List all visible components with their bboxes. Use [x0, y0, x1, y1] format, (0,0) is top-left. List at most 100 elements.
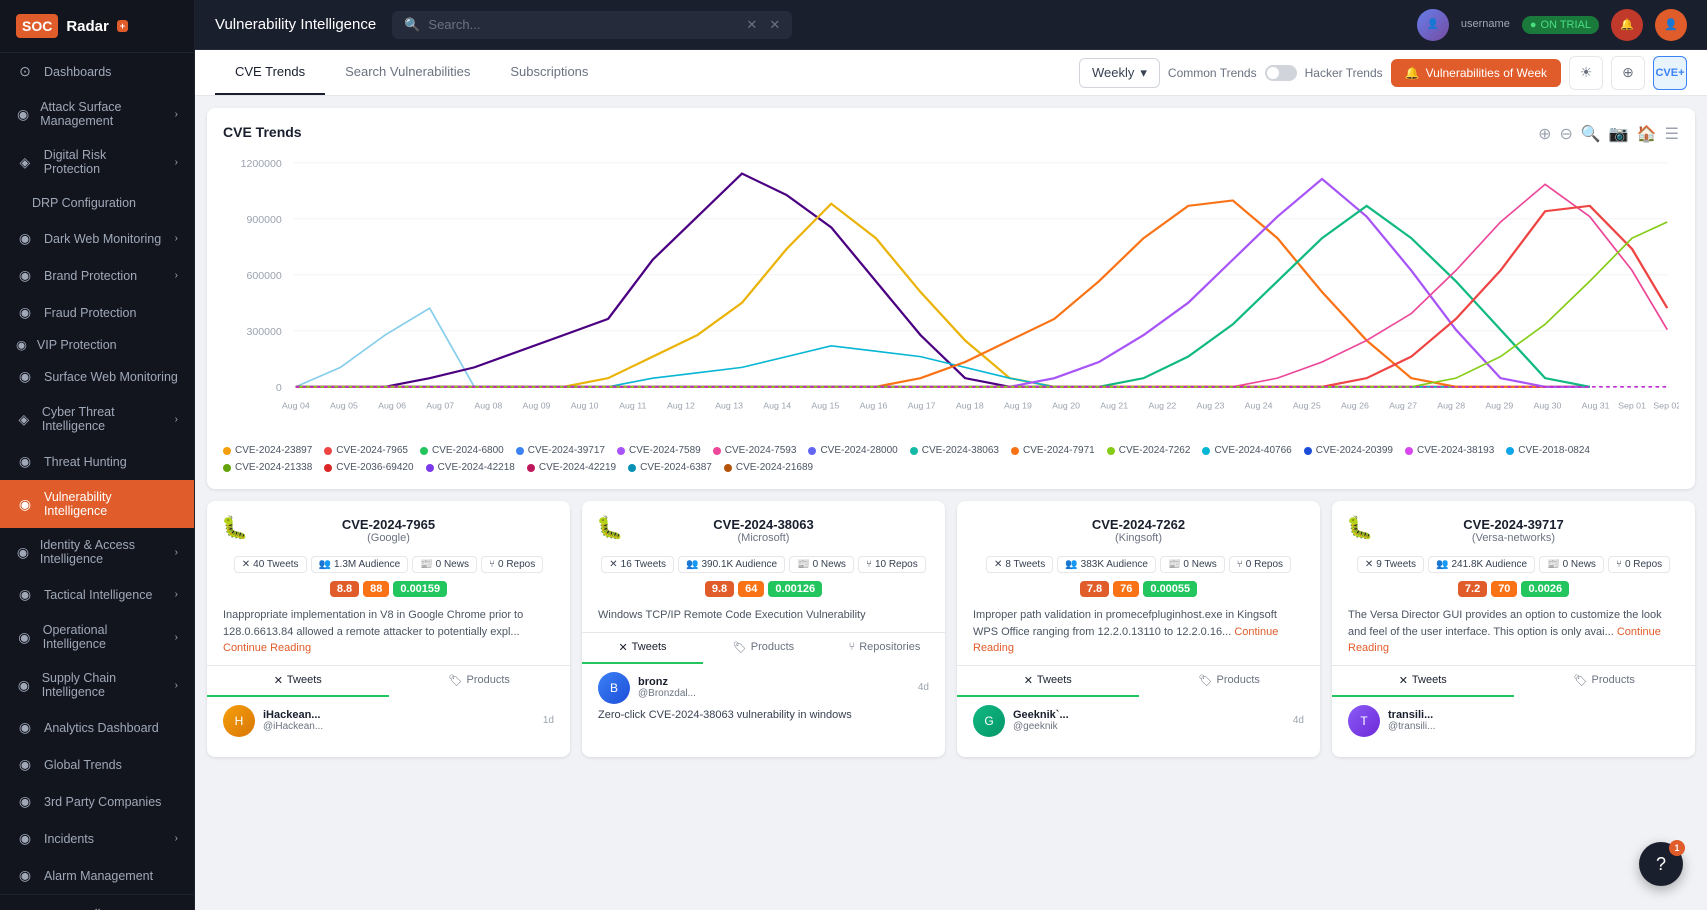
repos-badge: ⑂ 0 Repos — [1229, 556, 1291, 573]
card-tab-tweets[interactable]: ✕ Tweets — [1332, 666, 1514, 697]
sidebar-item-operational-intel[interactable]: ◉ Operational Intelligence › — [0, 613, 194, 661]
svg-text:Aug 28: Aug 28 — [1437, 401, 1465, 411]
legend-item[interactable]: CVE-2024-7593 — [713, 445, 797, 456]
score-badges: 8.8 88 0.00159 — [223, 581, 554, 597]
legend-item[interactable]: CVE-2036-69420 — [324, 462, 413, 473]
chevron-icon: › — [175, 157, 178, 168]
camera-icon[interactable]: 📷 — [1609, 124, 1629, 144]
legend-item[interactable]: CVE-2024-42219 — [527, 462, 616, 473]
dark-web-icon: ◉ — [16, 230, 34, 247]
sidebar-item-attack-surface[interactable]: ◉ Attack Surface Management › — [0, 90, 194, 138]
legend-item[interactable]: CVE-2024-7971 — [1011, 445, 1095, 456]
legend-item[interactable]: CVE-2024-20399 — [1304, 445, 1393, 456]
legend-item[interactable]: CVE-2024-21689 — [724, 462, 813, 473]
home-icon[interactable]: 🏠 — [1637, 124, 1657, 144]
sidebar-collapse-button[interactable]: « — [0, 894, 194, 910]
search-bar[interactable]: 🔍 ✕ ✕ — [392, 11, 792, 39]
chevron-icon: › — [175, 233, 178, 244]
card-tab-tweets[interactable]: ✕ Tweets — [207, 666, 389, 697]
notification-avatar[interactable]: 🔔 — [1611, 9, 1643, 41]
weekly-dropdown[interactable]: Weekly ▾ — [1079, 58, 1160, 88]
bell-icon: 🔔 — [1405, 66, 1420, 80]
sidebar: SOC Radar + ⊙ Dashboards ◉ Attack Surfac… — [0, 0, 195, 910]
user-avatar[interactable]: 👤 — [1655, 9, 1687, 41]
tweet-name: bronz — [638, 676, 696, 688]
legend-item[interactable]: CVE-2024-7262 — [1107, 445, 1191, 456]
zoom-icon[interactable]: 🔍 — [1581, 124, 1601, 144]
trends-toggle[interactable] — [1265, 65, 1297, 81]
sidebar-item-brand-protection[interactable]: ◉ Brand Protection › — [0, 257, 194, 294]
legend-item[interactable]: CVE-2018-0824 — [1506, 445, 1590, 456]
menu-icon[interactable]: ☰ — [1665, 124, 1679, 144]
tweet-info: transili... @transili... — [1388, 709, 1435, 732]
tactical-icon: ◉ — [16, 586, 34, 603]
legend-item[interactable]: CVE-2024-6800 — [420, 445, 504, 456]
legend-item[interactable]: CVE-2024-21338 — [223, 462, 312, 473]
tweet-preview: H iHackean... @iHackean... 1d — [223, 697, 554, 737]
sidebar-item-dashboards[interactable]: ⊙ Dashboards — [0, 53, 194, 90]
sidebar-item-vulnerability-intel[interactable]: ◉ Vulnerability Intelligence — [0, 480, 194, 528]
tweet-text: Zero-click CVE-2024-38063 vulnerability … — [598, 708, 929, 723]
card-tab-repositories[interactable]: ⑂ Repositories — [824, 633, 945, 664]
repos-badge: ⑂ 0 Repos — [481, 556, 543, 573]
sun-button[interactable]: ☀ — [1569, 56, 1603, 90]
sidebar-item-alarm-mgmt[interactable]: ◉ Alarm Management — [0, 857, 194, 894]
zoom-out-icon[interactable]: ⊖ — [1559, 124, 1572, 144]
sidebar-item-drp-config[interactable]: DRP Configuration — [0, 186, 194, 220]
plus-circle-button[interactable]: ⊕ — [1611, 56, 1645, 90]
cve-description: Windows TCP/IP Remote Code Execution Vul… — [598, 607, 929, 624]
card-tab-tweets[interactable]: ✕ Tweets — [957, 666, 1139, 697]
cve-card-7965: 🐛 CVE-2024-7965 (Google) ✕ 40 Tweets 👥 1… — [207, 501, 570, 757]
card-tab-products[interactable]: 🏷 Products — [1139, 666, 1321, 697]
legend-item[interactable]: CVE-2024-42218 — [426, 462, 515, 473]
legend-item[interactable]: CVE-2024-7589 — [617, 445, 701, 456]
card-tab-products[interactable]: 🏷 Products — [1514, 666, 1696, 697]
card-tabs: ✕ Tweets 🏷 Products — [207, 665, 570, 697]
legend-label: CVE-2024-7965 — [336, 445, 408, 456]
legend-item[interactable]: CVE-2024-28000 — [808, 445, 897, 456]
sidebar-item-analytics[interactable]: ◉ Analytics Dashboard — [0, 709, 194, 746]
sidebar-item-surface-web[interactable]: ◉ Surface Web Monitoring — [0, 358, 194, 395]
sidebar-item-supply-chain[interactable]: ◉ Supply Chain Intelligence › — [0, 661, 194, 709]
legend-label: CVE-2036-69420 — [336, 462, 413, 473]
sidebar-item-tactical-intel[interactable]: ◉ Tactical Intelligence › — [0, 576, 194, 613]
help-button[interactable]: ? 1 — [1639, 842, 1683, 886]
legend-item[interactable]: CVE-2024-38063 — [910, 445, 999, 456]
sidebar-item-identity-access[interactable]: ◉ Identity & Access Intelligence › — [0, 528, 194, 576]
legend-item[interactable]: CVE-2024-38193 — [1405, 445, 1494, 456]
search-clear-icon[interactable]: ✕ — [746, 17, 757, 33]
chart-header: CVE Trends ⊕ ⊖ 🔍 📷 🏠 ☰ — [223, 124, 1679, 152]
sidebar-item-label: Tactical Intelligence — [44, 588, 152, 602]
sidebar-item-vip-protection[interactable]: ◉ VIP Protection — [0, 331, 194, 358]
sidebar-item-cyber-threat[interactable]: ◈ Cyber Threat Intelligence › — [0, 395, 194, 443]
sidebar-item-fraud-protection[interactable]: ◉ Fraud Protection — [0, 294, 194, 331]
tab-search-vulnerabilities[interactable]: Search Vulnerabilities — [325, 50, 490, 95]
sidebar-item-incidents[interactable]: ◉ Incidents › — [0, 820, 194, 857]
card-tab-products[interactable]: 🏷 Products — [703, 633, 824, 664]
continue-reading-link[interactable]: Continue Reading — [223, 642, 311, 654]
tab-cve-trends[interactable]: CVE Trends — [215, 50, 325, 95]
search-input[interactable] — [428, 17, 738, 32]
tab-subscriptions[interactable]: Subscriptions — [490, 50, 608, 95]
legend-label: CVE-2024-40766 — [1214, 445, 1291, 456]
sidebar-item-third-party[interactable]: ◉ 3rd Party Companies — [0, 783, 194, 820]
card-tab-tweets[interactable]: ✕ Tweets — [582, 633, 703, 664]
zoom-in-icon[interactable]: ⊕ — [1538, 124, 1551, 144]
legend-item[interactable]: CVE-2024-40766 — [1202, 445, 1291, 456]
audience-badge: 👥 241.8K Audience — [1428, 556, 1535, 573]
cve-card-header: CVE-2024-7965 (Google) — [223, 517, 554, 544]
vulnerabilities-of-week-button[interactable]: 🔔 Vulnerabilities of Week — [1391, 59, 1561, 87]
sidebar-item-global-trends[interactable]: ◉ Global Trends — [0, 746, 194, 783]
legend-item[interactable]: CVE-2024-7965 — [324, 445, 408, 456]
sidebar-item-threat-hunting[interactable]: ◉ Threat Hunting — [0, 443, 194, 480]
cve-plus-button[interactable]: CVE+ — [1653, 56, 1687, 90]
sidebar-item-dark-web[interactable]: ◉ Dark Web Monitoring › — [0, 220, 194, 257]
legend-item[interactable]: CVE-2024-23897 — [223, 445, 312, 456]
search-close-icon[interactable]: ✕ — [769, 17, 780, 33]
legend-label: CVE-2024-6800 — [432, 445, 504, 456]
sidebar-item-digital-risk[interactable]: ◈ Digital Risk Protection › — [0, 138, 194, 186]
card-tab-products[interactable]: 🏷 Products — [389, 666, 571, 697]
sidebar-item-label: Fraud Protection — [44, 306, 136, 320]
legend-item[interactable]: CVE-2024-39717 — [516, 445, 605, 456]
legend-item[interactable]: CVE-2024-6387 — [628, 462, 712, 473]
